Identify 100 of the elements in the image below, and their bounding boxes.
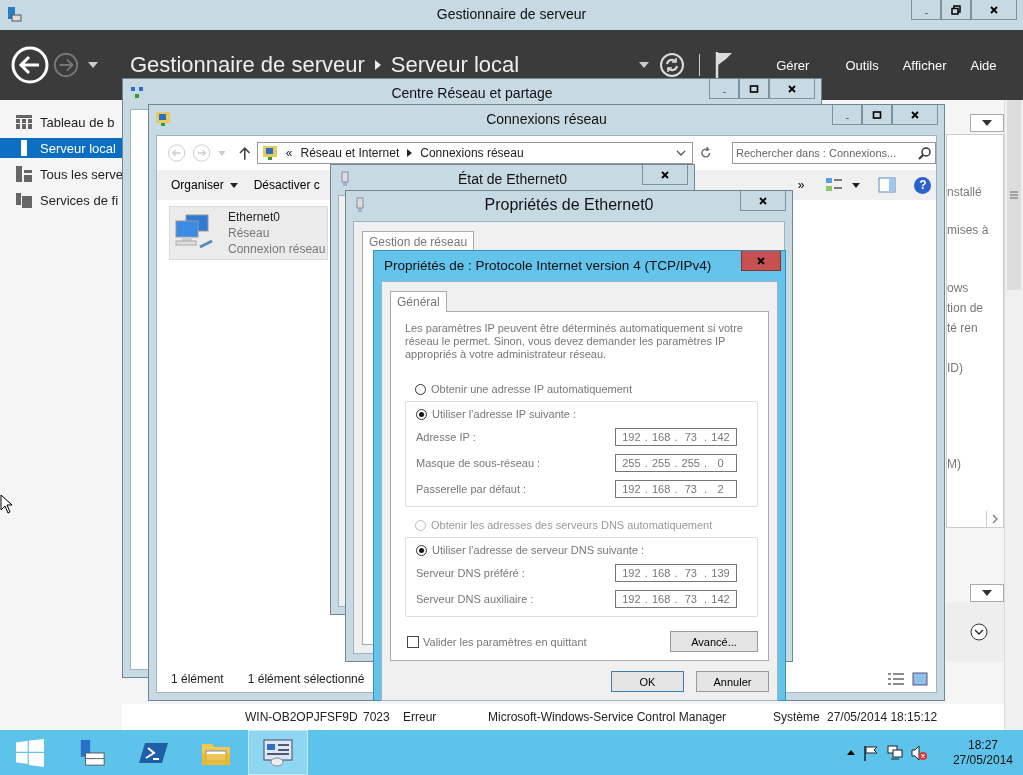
panel-text: té ren xyxy=(947,321,978,335)
window-title: Centre Réseau et partage xyxy=(391,85,553,101)
breadcrumb-item[interactable]: Gestionnaire de serveur xyxy=(130,52,365,78)
up-arrow-icon[interactable] xyxy=(239,146,251,160)
radio-label[interactable]: Utiliser l’adresse IP suivante : xyxy=(432,408,577,420)
menu-item[interactable]: Gérer xyxy=(764,57,822,73)
sidebar-item[interactable]: Serveur local xyxy=(0,138,122,158)
caret-icon xyxy=(229,182,238,188)
radio-button[interactable] xyxy=(416,408,427,420)
menu-item[interactable]: Afficher xyxy=(890,57,959,73)
flag-icon[interactable] xyxy=(714,51,735,79)
ip-address-field[interactable]: 255 . 255 . 255 . 0 xyxy=(615,454,737,472)
scrollbar[interactable] xyxy=(1004,100,1023,730)
panel-text: tion de xyxy=(947,301,984,315)
speaker-muted-icon[interactable] xyxy=(910,744,927,761)
advanced-button[interactable]: Avancé... xyxy=(670,631,758,652)
dropdown[interactable] xyxy=(970,584,1004,602)
window-title: Propriétés de Ethernet0 xyxy=(484,196,654,214)
more-button[interactable]: » xyxy=(793,176,809,194)
field-label: Serveur DNS auxiliaire : xyxy=(416,593,534,605)
dropdown[interactable] xyxy=(970,114,1004,132)
network-icon xyxy=(129,85,145,101)
address-bar[interactable]: « Réseau et Internet Connexions réseau xyxy=(256,142,693,164)
restore-button[interactable] xyxy=(941,0,971,20)
caret-icon xyxy=(982,590,992,596)
chevron-icon[interactable] xyxy=(407,149,413,157)
sidebar-item[interactable]: Tableau de b xyxy=(0,112,122,132)
refresh-icon[interactable] xyxy=(659,52,686,78)
tab[interactable]: Gestion de réseau xyxy=(362,231,475,252)
caret-icon[interactable] xyxy=(639,62,650,68)
sidebar-item[interactable]: Tous les serve xyxy=(0,164,122,184)
maximize-icon xyxy=(872,109,882,120)
radio-label[interactable]: Utiliser l’adresse de serveur DNS suivante : xyxy=(432,544,645,556)
ip-address-field[interactable]: 192 . 168 . 73 . 139 xyxy=(615,564,737,582)
servers-icon xyxy=(16,166,32,182)
organize-button[interactable]: Organiser xyxy=(167,176,242,194)
dialog-title: Propriétés de : Protocole Internet version 4 (TCP/IPv4) xyxy=(384,258,712,273)
forward-icon[interactable] xyxy=(52,51,80,79)
caret-icon xyxy=(982,120,992,126)
restore-icon xyxy=(951,4,961,15)
address-segment[interactable]: Connexions réseau xyxy=(420,146,524,160)
window-title: Connexions réseau xyxy=(486,111,607,127)
search-icon xyxy=(918,146,932,160)
window-title: Gestionnaire de serveur xyxy=(436,6,587,22)
network-window-icon xyxy=(263,738,293,767)
panel-text: M) xyxy=(947,457,961,471)
checkbox-label[interactable]: Valider les paramètres en quittant xyxy=(423,635,587,648)
close-icon xyxy=(758,195,768,206)
chevron-down-icon[interactable] xyxy=(675,150,686,156)
maximize-button[interactable] xyxy=(862,105,892,125)
item-detail: Connexion réseau xyxy=(228,241,326,257)
checkbox[interactable] xyxy=(407,635,419,648)
caret-icon[interactable] xyxy=(852,182,861,188)
cancel-button[interactable]: Annuler xyxy=(696,671,769,692)
radio-button[interactable] xyxy=(415,383,426,395)
view-icon[interactable] xyxy=(826,177,845,193)
menu-item[interactable]: Outils xyxy=(833,57,891,73)
menu-item[interactable]: Aide xyxy=(958,57,1009,73)
clock[interactable]: 18:27 27/05/2014 xyxy=(952,737,1013,768)
close-button[interactable] xyxy=(740,191,786,211)
details-view-icon[interactable] xyxy=(888,672,904,686)
close-icon xyxy=(989,4,999,15)
close-button[interactable] xyxy=(892,105,938,125)
radio-button[interactable] xyxy=(416,544,427,556)
network-icon[interactable] xyxy=(886,744,903,761)
maximize-button[interactable] xyxy=(739,79,769,99)
expand-icon[interactable] xyxy=(970,623,988,641)
chevron-icon xyxy=(374,60,381,70)
field-label: Serveur DNS préféré : xyxy=(416,567,525,579)
tab[interactable]: Général xyxy=(390,291,447,312)
caret-icon[interactable] xyxy=(88,62,98,68)
toolbar-button[interactable]: Désactiver c xyxy=(249,176,324,194)
scroll-thumb[interactable] xyxy=(1007,100,1021,290)
connection-item[interactable]: Ethernet0 Réseau Connexion réseau xyxy=(169,206,329,260)
table-cell-text: Erreur xyxy=(403,710,438,724)
close-button[interactable] xyxy=(642,165,688,185)
flag-icon[interactable] xyxy=(862,744,879,761)
close-button[interactable] xyxy=(971,0,1017,20)
intro-text: Les paramètres IP peuvent être déterminés automatiquement si votre réseau le permet. Sinon, vous devez demander les paramètres IP appropriés à votre administrateur réseau. xyxy=(405,322,744,361)
ip-address-field[interactable]: 192 . 168 . 73 . 2 xyxy=(615,480,737,498)
maximize-icon xyxy=(749,83,759,94)
panel-text: nstallé xyxy=(947,185,982,199)
address-segment[interactable]: Réseau et Internet xyxy=(300,146,400,160)
search-field[interactable]: Rechercher dans : Connexions... xyxy=(732,142,936,164)
taskbar-button[interactable] xyxy=(248,730,308,775)
close-button[interactable] xyxy=(769,79,815,99)
ip-address-field[interactable]: 192 . 168 . 73 . 142 xyxy=(615,590,737,608)
ok-button[interactable]: OK xyxy=(611,671,684,692)
grid-icon xyxy=(16,114,32,130)
ip-address-field[interactable]: 192 . 168 . 73 . 142 xyxy=(615,428,737,446)
windows-logo-icon xyxy=(15,738,45,767)
breadcrumb-item[interactable]: Serveur local xyxy=(390,52,520,78)
close-icon xyxy=(660,169,670,180)
help-button[interactable]: ? xyxy=(914,176,932,194)
radio-label[interactable]: Obtenir une adresse IP automatiquement xyxy=(431,383,632,395)
refresh-icon[interactable] xyxy=(698,146,712,160)
overflow-chevron[interactable]: « xyxy=(285,146,293,160)
sidebar-item[interactable]: Services de fi xyxy=(0,190,122,210)
table-cell-text: Microsoft-Windows-Service Control Manager xyxy=(488,710,728,724)
show-hidden-icons-icon[interactable] xyxy=(846,750,855,755)
